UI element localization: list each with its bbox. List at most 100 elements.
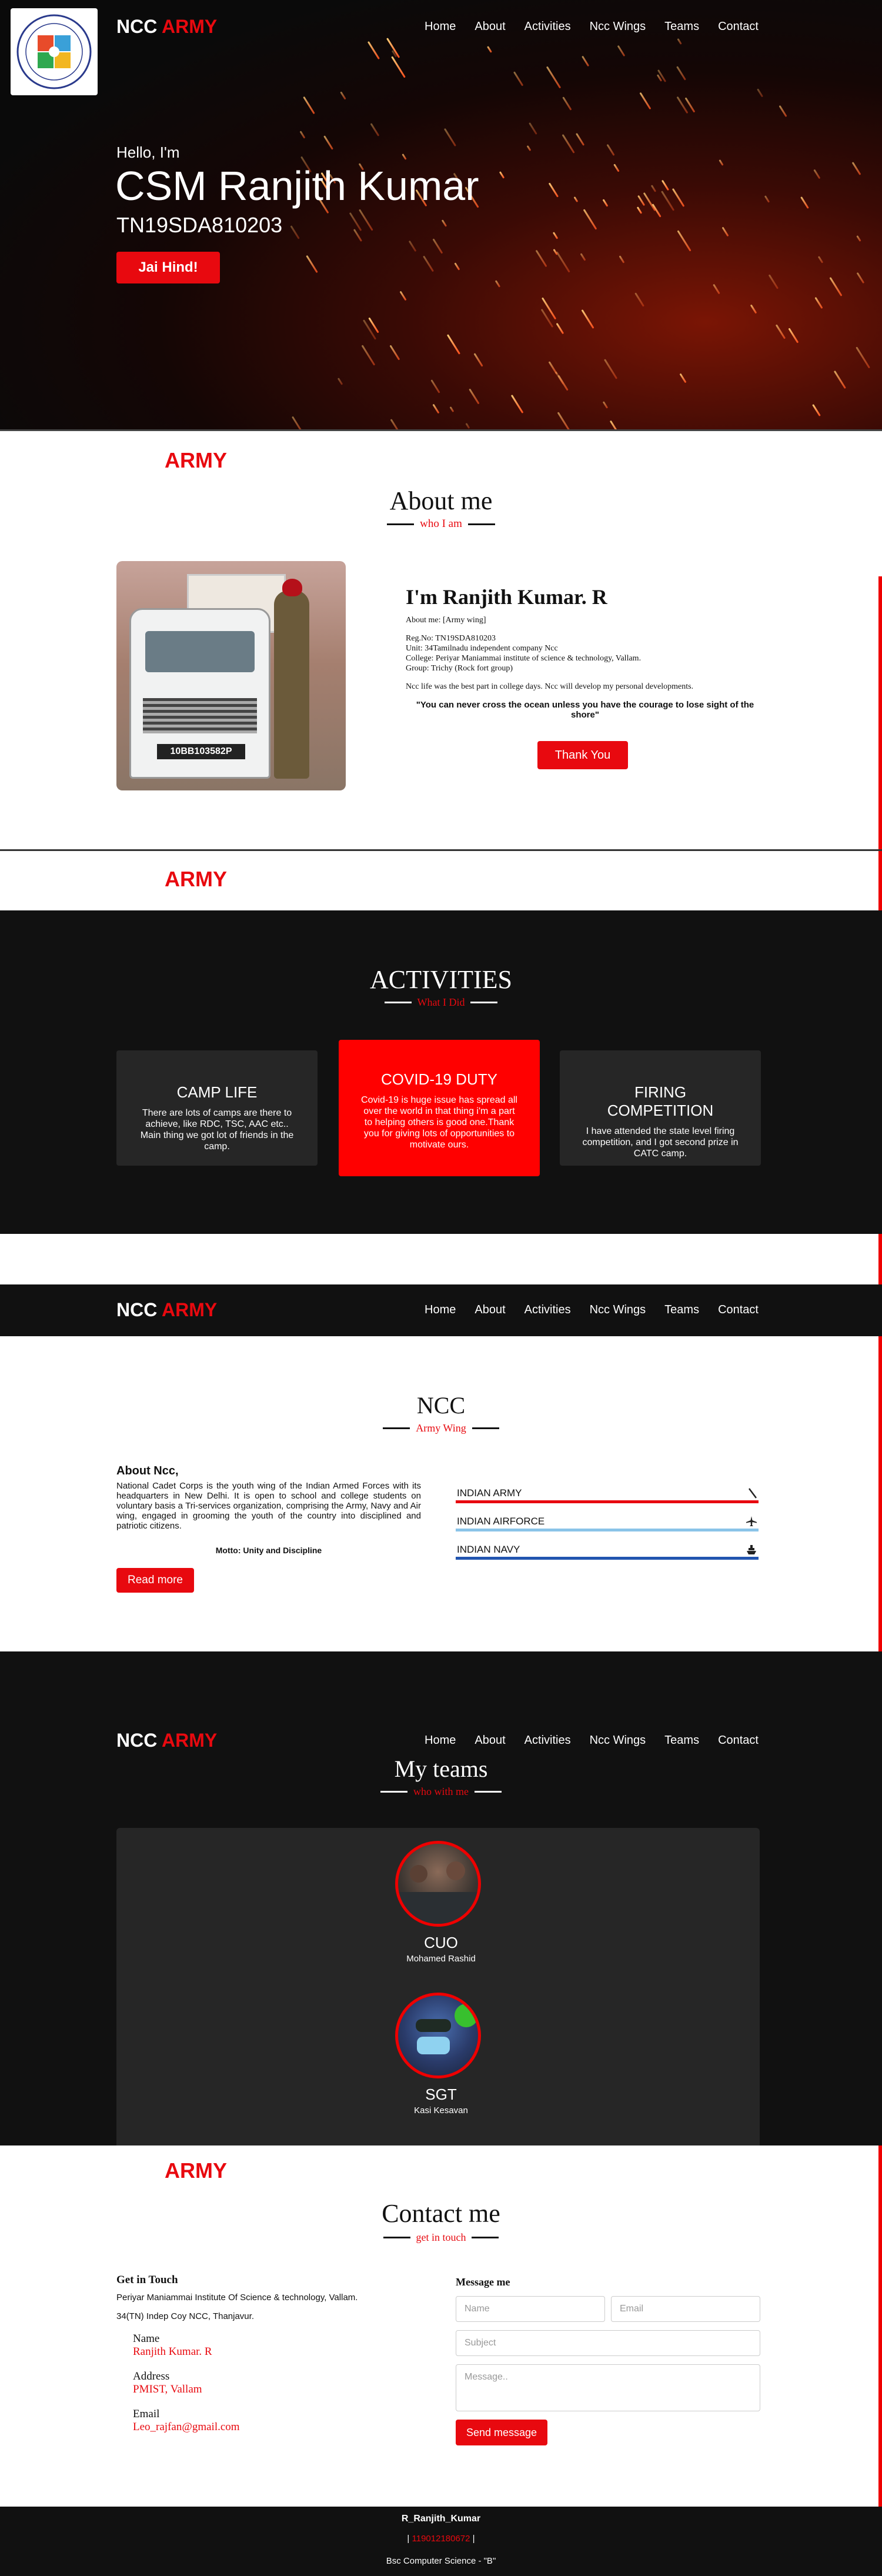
contact-address-value: PMIST, Vallam [133, 2383, 202, 2395]
about-title: About me [389, 486, 493, 515]
spark [583, 209, 597, 230]
about-group: Group: Trichy (Rock fort group) [406, 664, 513, 673]
nav-ncc-wings[interactable]: Ncc Wings [590, 1303, 646, 1317]
spark [634, 292, 645, 307]
spark [408, 241, 417, 252]
spark [814, 296, 823, 309]
spark [800, 196, 810, 209]
nav-contact[interactable]: Contact [718, 1734, 759, 1747]
spark [679, 373, 687, 383]
name-field[interactable]: Name [456, 2296, 605, 2322]
nav-home[interactable]: Home [425, 1303, 456, 1317]
brand-army: ARMY [162, 15, 218, 37]
hero-section: NCC ARMY Home About Activities Ncc Wings… [0, 0, 882, 429]
read-more-button[interactable]: Read more [116, 1568, 194, 1593]
nav-home[interactable]: Home [425, 1734, 456, 1747]
email-field[interactable]: Email [611, 2296, 760, 2322]
ncc-subtitle-row: Army Wing [0, 1422, 882, 1434]
spark [856, 272, 865, 284]
institute-logo[interactable] [11, 8, 98, 95]
spark [556, 251, 570, 273]
spark [575, 133, 584, 146]
spark [495, 280, 501, 288]
nav-ncc-wings[interactable]: Ncc Wings [590, 20, 646, 34]
nav-ncc-wings[interactable]: Ncc Wings [590, 1734, 646, 1747]
nav-home[interactable]: Home [425, 20, 456, 34]
brand-ncc: NCC [116, 15, 158, 37]
contact-address-label: Address [133, 2370, 170, 2383]
spark [469, 388, 480, 405]
top-navbar: NCC ARMY Home About Activities Ncc Wings… [116, 14, 759, 39]
member-avatar[interactable] [395, 1841, 481, 1927]
rifle-icon [749, 1487, 757, 1499]
spark [441, 219, 447, 227]
nav-about[interactable]: About [475, 1303, 505, 1317]
nav-contact[interactable]: Contact [718, 20, 759, 34]
spark [662, 179, 670, 191]
nav-teams[interactable]: Teams [664, 1734, 699, 1747]
activity-card-covid-duty[interactable]: COVID-19 DUTY Covid-19 is huge issue has… [339, 1040, 540, 1176]
activity-card-camp-life[interactable]: CAMP LIFE There are lots of camps are th… [116, 1050, 318, 1166]
activity-card-text: Covid-19 is huge issue has spread all ov… [361, 1095, 517, 1150]
about-college: College: Periyar Maniammai institute of … [406, 654, 642, 663]
divider-bar [467, 523, 495, 525]
footer-phone[interactable]: 119012180672 [412, 2534, 470, 2544]
nav-contact[interactable]: Contact [718, 1303, 759, 1317]
member-avatar[interactable] [395, 1993, 481, 2078]
member-name: Mohamed Rashid [406, 1954, 476, 1964]
nav-activities[interactable]: Activities [524, 20, 571, 34]
spark [677, 38, 683, 45]
send-message-button[interactable]: Send message [456, 2420, 547, 2445]
spark [339, 91, 346, 100]
nav-about[interactable]: About [475, 1734, 505, 1747]
spark [399, 291, 407, 301]
spark [580, 253, 586, 261]
activity-card-firing-competition[interactable]: FIRING COMPETITION I have attended the s… [560, 1050, 761, 1166]
photo-cadet [274, 579, 309, 779]
wing-indian-army[interactable]: INDIAN ARMY [456, 1486, 759, 1503]
nav-about[interactable]: About [475, 20, 505, 34]
spark [817, 256, 824, 263]
hero-divider [0, 429, 882, 431]
about-subtitle-row: who I am [0, 518, 882, 530]
contact-address-block: Address PMIST, Vallam [133, 2370, 202, 2396]
ncc-title: NCC [416, 1392, 466, 1419]
spark [389, 345, 400, 361]
contact-subtitle-row: get in touch [0, 2231, 882, 2244]
nav-activities[interactable]: Activities [524, 1303, 571, 1317]
wing-indian-navy[interactable]: INDIAN NAVY [456, 1542, 759, 1560]
jai-hind-button[interactable]: Jai Hind! [116, 252, 220, 283]
avatar-goggles [416, 2019, 451, 2032]
vehicle-plate: 10BB103582P [157, 744, 245, 759]
contact-title: Contact me [382, 2199, 500, 2228]
spark [510, 394, 523, 413]
brand-logo[interactable]: NCC ARMY [116, 1299, 217, 1321]
subject-field[interactable]: Subject [456, 2330, 760, 2356]
brand-logo[interactable]: NCC ARMY [116, 16, 217, 38]
teams-subtitle-row: who with me [0, 1786, 882, 1798]
avatar-face [446, 1861, 465, 1880]
spark [528, 122, 537, 135]
brand-logo[interactable]: NCC ARMY [116, 1730, 217, 1751]
nav-teams[interactable]: Teams [664, 1303, 699, 1317]
divider-bar [475, 1791, 502, 1793]
spark [432, 238, 443, 255]
nav-teams[interactable]: Teams [664, 20, 699, 34]
nav-activities[interactable]: Activities [524, 1734, 571, 1747]
brand-ncc: NCC [116, 1299, 158, 1320]
spark [856, 346, 870, 369]
spark [833, 370, 846, 389]
contact-email-block: Email Leo_rajfan@gmail.com [133, 2408, 240, 2434]
about-quote: "You can never cross the ocean unless yo… [416, 700, 754, 720]
message-field[interactable]: Message.. [456, 2364, 760, 2411]
institute-logo-icon [16, 14, 92, 89]
wing-indian-airforce[interactable]: INDIAN AIRFORCE [456, 1514, 759, 1531]
spark [636, 206, 642, 214]
thank-you-button[interactable]: Thank You [537, 741, 628, 769]
contact-email-value[interactable]: Leo_rajfan@gmail.com [133, 2421, 240, 2434]
spark [363, 319, 377, 340]
divider-bar [472, 2237, 499, 2238]
spark [676, 65, 687, 81]
activities-subtitle-row: What I Did [0, 996, 882, 1009]
spark [719, 159, 724, 166]
